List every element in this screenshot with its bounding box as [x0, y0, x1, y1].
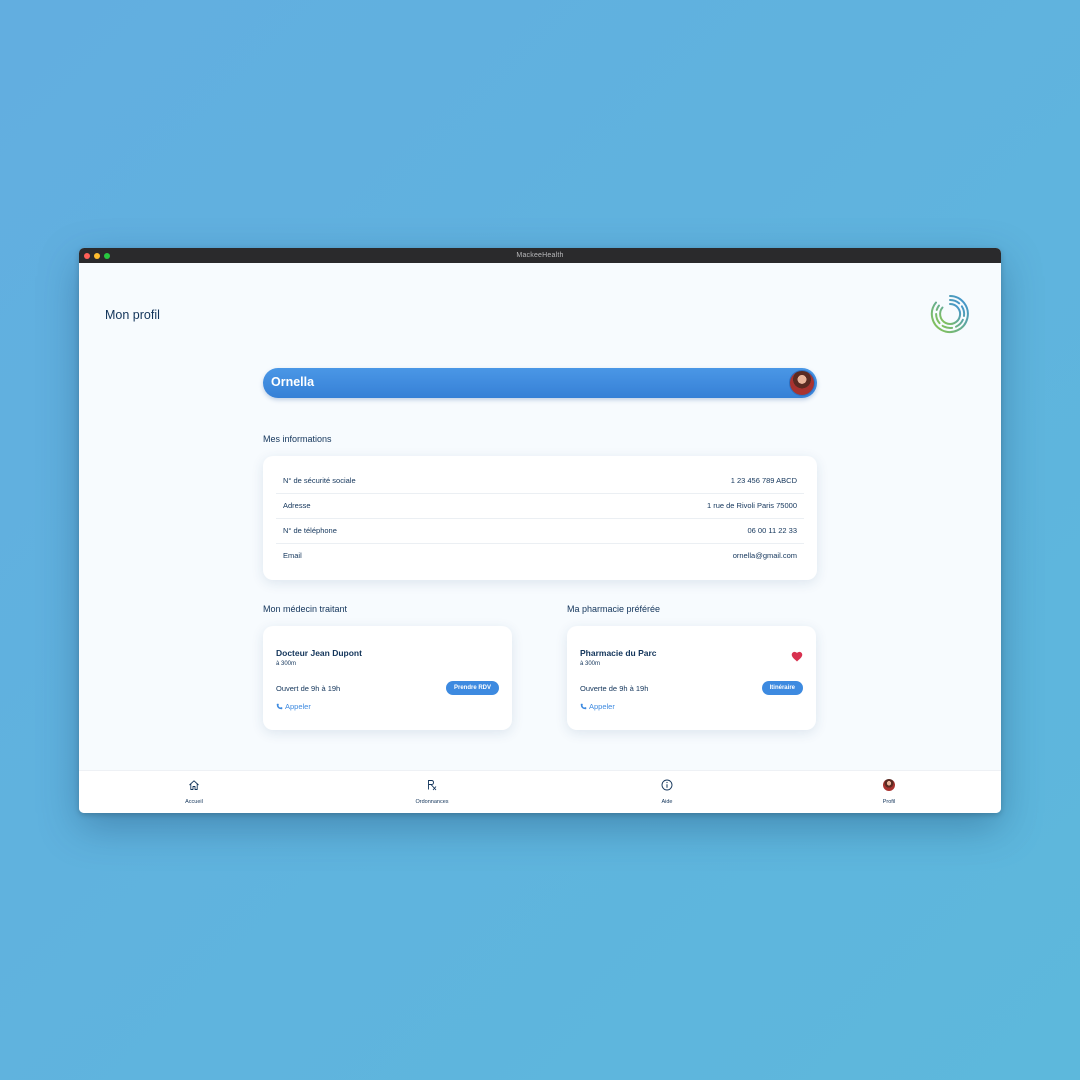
- doctor-section-title: Mon médecin traitant: [263, 604, 348, 614]
- info-label: N° de sécurité sociale: [283, 476, 356, 485]
- user-name: Ornella: [271, 375, 315, 389]
- tab-label: Profil: [882, 799, 896, 805]
- info-value: 1 rue de Rivoli Paris 75000: [706, 501, 797, 510]
- phone-icon: [276, 703, 283, 710]
- info-value: ornella@gmail.com: [732, 551, 797, 560]
- pharmacy-distance: à 300m: [580, 661, 601, 667]
- rx-icon: [428, 780, 437, 791]
- app-window: MackeeHealth Mon profil Ornella Mes info…: [79, 248, 1001, 813]
- pharmacy-section-title: Ma pharmacie préférée: [567, 604, 661, 614]
- call-label: Appeler: [589, 702, 615, 711]
- info-section-title: Mes informations: [263, 434, 332, 444]
- info-label: Email: [283, 551, 302, 560]
- info-row-address: Adresse 1 rue de Rivoli Paris 75000: [276, 493, 804, 519]
- doctor-card[interactable]: Docteur Jean Dupont à 300m Ouvert de 9h …: [263, 626, 512, 730]
- bottom-tab-bar: Accueil Ordonnances Aide Profil: [79, 770, 1001, 813]
- info-label: Adresse: [283, 501, 311, 510]
- info-row-phone: N° de téléphone 06 00 11 22 33: [276, 518, 804, 544]
- info-icon: [661, 779, 673, 791]
- info-label: N° de téléphone: [283, 526, 337, 535]
- doctor-hours: Ouvert de 9h à 19h: [276, 684, 341, 693]
- doctor-distance: à 300m: [276, 661, 297, 667]
- profile-name-bar[interactable]: Ornella: [263, 368, 817, 398]
- title-bar: MackeeHealth: [79, 248, 1001, 263]
- phone-icon: [580, 703, 587, 710]
- app-logo-icon[interactable]: [930, 294, 970, 334]
- pharmacy-name: Pharmacie du Parc: [580, 648, 657, 658]
- tab-label: Aide: [661, 799, 673, 805]
- tab-profile[interactable]: Profil: [849, 771, 929, 813]
- call-doctor-link[interactable]: Appeler: [276, 702, 311, 711]
- info-value: 06 00 11 22 33: [747, 526, 798, 535]
- tab-prescriptions[interactable]: Ordonnances: [392, 771, 472, 813]
- favorite-heart-icon[interactable]: [791, 651, 803, 662]
- window-title: MackeeHealth: [516, 252, 564, 259]
- call-label: Appeler: [285, 702, 311, 711]
- info-row-email: Email ornella@gmail.com: [276, 543, 804, 568]
- tab-label: Ordonnances: [415, 799, 449, 805]
- info-card: N° de sécurité sociale 1 23 456 789 ABCD…: [263, 456, 817, 580]
- directions-button[interactable]: Itinéraire: [761, 681, 803, 695]
- call-pharmacy-link[interactable]: Appeler: [580, 702, 615, 711]
- page-title: Mon profil: [105, 308, 160, 322]
- tab-label: Accueil: [185, 799, 203, 805]
- pharmacy-card[interactable]: Pharmacie du Parc à 300m Ouverte de 9h à…: [567, 626, 816, 730]
- profile-avatar: [883, 779, 895, 791]
- info-value: 1 23 456 789 ABCD: [730, 476, 797, 485]
- doctor-name: Docteur Jean Dupont: [276, 648, 362, 658]
- pharmacy-hours: Ouverte de 9h à 19h: [580, 684, 649, 693]
- user-avatar[interactable]: [789, 370, 815, 396]
- tab-help[interactable]: Aide: [627, 771, 707, 813]
- book-appointment-button[interactable]: Prendre RDV: [445, 681, 499, 695]
- home-icon: [189, 780, 199, 790]
- tab-home[interactable]: Accueil: [154, 771, 234, 813]
- info-row-ssn: N° de sécurité sociale 1 23 456 789 ABCD: [276, 468, 804, 494]
